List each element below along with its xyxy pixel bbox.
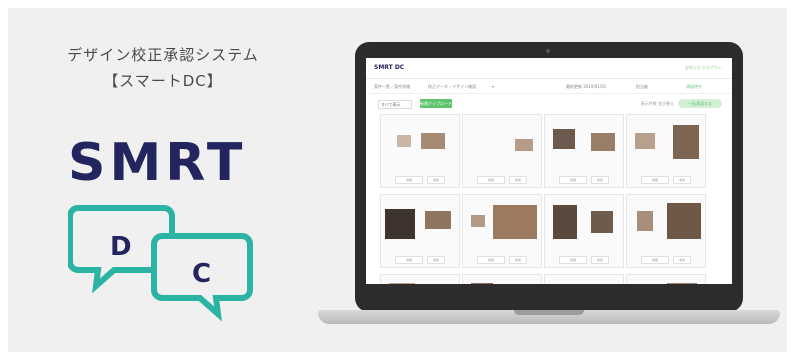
thumbnail-card[interactable]: 詳細 承認 bbox=[626, 114, 706, 188]
thumbnail-card[interactable]: 詳細 承認 bbox=[380, 194, 460, 268]
card-detail-button[interactable]: 詳細 bbox=[559, 256, 587, 264]
thumbnail-image bbox=[425, 211, 451, 229]
thumbnail-image bbox=[591, 133, 615, 151]
smrt-dc-logo: SMRT D C bbox=[68, 136, 253, 322]
bulk-approve-button[interactable]: 一括承認する bbox=[678, 99, 722, 108]
app-logo: SMRT DC bbox=[374, 64, 405, 71]
sort-controls[interactable]: 表示件数 並び替え bbox=[641, 101, 674, 107]
thumbnail-card[interactable]: 詳細 承認 bbox=[380, 114, 460, 188]
card-detail-button[interactable]: 詳細 bbox=[641, 256, 669, 264]
thumbnail-image bbox=[421, 133, 445, 149]
card-approve-button[interactable]: 承認 bbox=[427, 256, 445, 264]
thumbnail-image bbox=[471, 215, 485, 227]
thumbnail-image bbox=[389, 283, 415, 284]
card-detail-button[interactable]: 詳細 bbox=[395, 176, 423, 184]
thumbnail-card[interactable] bbox=[544, 274, 624, 284]
thumbnail-image bbox=[553, 129, 575, 149]
filter-select[interactable]: すべて表示 bbox=[378, 100, 412, 109]
card-approve-button[interactable]: 承認 bbox=[673, 256, 691, 264]
thumbnail-card[interactable] bbox=[462, 274, 542, 284]
breadcrumb: 案件一覧 › 案件詳細 校正データ › デザイン確認 ▾ 最終更新 2019/0… bbox=[366, 79, 732, 94]
app-header: SMRT DC お知らせ ログアウト bbox=[366, 58, 732, 79]
status-badge: 承認待ち bbox=[686, 84, 702, 89]
breadcrumb-item[interactable]: 案件一覧 › 案件詳細 bbox=[374, 84, 410, 90]
toolbar: すべて表示 新規アップロード 表示件数 並び替え 一括承認する bbox=[366, 94, 732, 114]
thumbnail-image bbox=[493, 205, 537, 239]
laptop-notch bbox=[514, 310, 584, 315]
thumbnail-image bbox=[397, 135, 411, 147]
laptop-screen: SMRT DC お知らせ ログアウト 案件一覧 › 案件詳細 校正データ › デ… bbox=[366, 58, 732, 284]
tagline-title: デザイン校正承認システム bbox=[67, 46, 259, 64]
upload-button[interactable]: 新規アップロード bbox=[420, 99, 452, 108]
thumbnail-card[interactable]: 詳細 承認 bbox=[626, 194, 706, 268]
thumbnail-image bbox=[553, 205, 577, 239]
card-approve-button[interactable]: 承認 bbox=[509, 256, 527, 264]
thumbnail-image bbox=[591, 211, 613, 233]
assignee: 担当者 bbox=[636, 84, 648, 89]
card-approve-button[interactable]: 承認 bbox=[673, 176, 691, 184]
logo-word: SMRT bbox=[68, 136, 246, 193]
card-detail-button[interactable]: 詳細 bbox=[477, 256, 505, 264]
breadcrumb-item[interactable]: 校正データ › デザイン確認 bbox=[428, 84, 476, 90]
tagline: デザイン校正承認システム 【スマートDC】 bbox=[8, 42, 318, 94]
thumbnail-image bbox=[471, 283, 493, 284]
last-updated: 最終更新 2019/01/01 bbox=[566, 84, 607, 89]
thumbnail-image bbox=[385, 209, 415, 239]
card-approve-button[interactable]: 承認 bbox=[591, 176, 609, 184]
thumbnail-image bbox=[673, 125, 699, 159]
thumbnail-image bbox=[515, 139, 533, 151]
bubble-letter-d: D bbox=[110, 232, 132, 262]
card-detail-button[interactable]: 詳細 bbox=[395, 256, 423, 264]
thumbnail-card[interactable]: 詳細 承認 bbox=[544, 194, 624, 268]
thumbnail-card[interactable] bbox=[626, 274, 706, 284]
thumbnail-card[interactable]: 詳細 承認 bbox=[544, 114, 624, 188]
card-approve-button[interactable]: 承認 bbox=[591, 256, 609, 264]
camera-icon bbox=[546, 49, 550, 53]
thumbnail-card[interactable]: 詳細 承認 bbox=[462, 114, 542, 188]
card-detail-button[interactable]: 詳細 bbox=[477, 176, 505, 184]
thumbnail-card[interactable] bbox=[380, 274, 460, 284]
thumbnail-image bbox=[637, 211, 653, 231]
card-approve-button[interactable]: 承認 bbox=[427, 176, 445, 184]
thumbnail-image bbox=[635, 133, 655, 149]
card-detail-button[interactable]: 詳細 bbox=[641, 176, 669, 184]
tagline-subtitle: 【スマートDC】 bbox=[103, 72, 223, 90]
app-header-links[interactable]: お知らせ ログアウト bbox=[685, 65, 722, 71]
thumbnail-image bbox=[667, 203, 701, 239]
breadcrumb-dropdown-icon[interactable]: ▾ bbox=[492, 84, 494, 89]
thumbnail-image bbox=[667, 283, 697, 284]
card-detail-button[interactable]: 詳細 bbox=[559, 176, 587, 184]
thumbnail-card[interactable]: 詳細 承認 bbox=[462, 194, 542, 268]
bubble-letter-c: C bbox=[192, 259, 211, 289]
card-approve-button[interactable]: 承認 bbox=[509, 176, 527, 184]
